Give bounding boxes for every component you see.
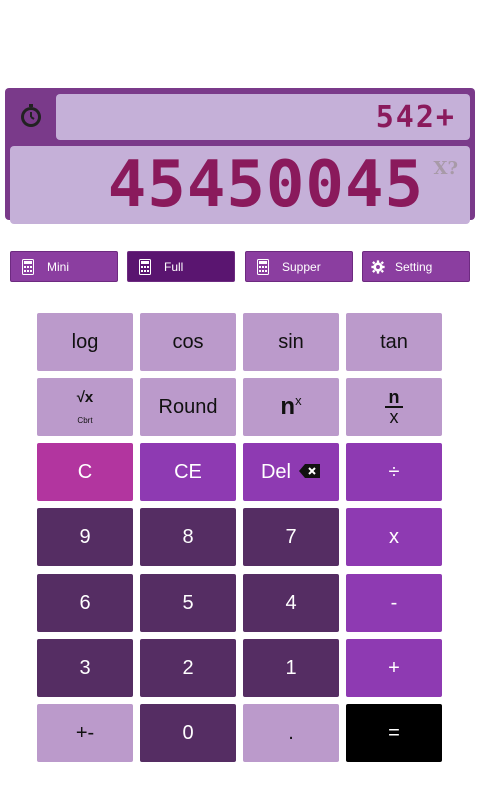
negate-button[interactable]: +-	[37, 704, 133, 762]
tab-mini[interactable]: Mini	[10, 251, 118, 282]
result-text: 45450045	[107, 148, 424, 222]
log-button[interactable]: log	[37, 313, 133, 371]
equals-button[interactable]: =	[346, 704, 442, 762]
sin-button[interactable]: sin	[243, 313, 339, 371]
tan-button[interactable]: tan	[346, 313, 442, 371]
power-exponent: x	[295, 393, 302, 408]
gear-icon	[371, 259, 385, 275]
cbrt-symbol: √x	[76, 389, 94, 406]
digit-0-button[interactable]: 0	[140, 704, 236, 762]
decimal-button[interactable]: .	[243, 704, 339, 762]
calculator-icon	[256, 258, 270, 275]
delete-button[interactable]: Del	[243, 443, 339, 501]
power-button[interactable]: nx	[243, 378, 339, 436]
result-display: 45450045 X?	[10, 146, 470, 224]
tab-setting[interactable]: Setting	[362, 251, 470, 282]
minus-button[interactable]: -	[346, 574, 442, 632]
tab-label: Mini	[47, 259, 70, 274]
backspace-icon	[299, 461, 321, 484]
tab-label: Setting	[395, 259, 433, 274]
result-hint: X?	[433, 158, 458, 179]
digit-5-button[interactable]: 5	[140, 574, 236, 632]
calculator-icon	[138, 258, 152, 275]
digit-3-button[interactable]: 3	[37, 639, 133, 697]
fraction-denominator: x	[389, 407, 399, 427]
cos-button[interactable]: cos	[140, 313, 236, 371]
tab-full[interactable]: Full	[127, 251, 235, 282]
delete-label: Del	[260, 460, 291, 483]
round-button[interactable]: Round	[140, 378, 236, 436]
calculator-icon	[21, 258, 35, 275]
digit-7-button[interactable]: 7	[243, 508, 339, 566]
fraction-numerator: n	[388, 387, 400, 407]
digit-1-button[interactable]: 1	[243, 639, 339, 697]
divide-button[interactable]: ÷	[346, 443, 442, 501]
expression-display: 542+	[56, 94, 470, 140]
tab-label: Supper	[282, 259, 321, 274]
digit-6-button[interactable]: 6	[37, 574, 133, 632]
multiply-button[interactable]: x	[346, 508, 442, 566]
digit-4-button[interactable]: 4	[243, 574, 339, 632]
plus-button[interactable]: +	[346, 639, 442, 697]
clear-button[interactable]: C	[37, 443, 133, 501]
digit-8-button[interactable]: 8	[140, 508, 236, 566]
stopwatch-icon[interactable]	[17, 102, 45, 130]
digit-2-button[interactable]: 2	[140, 639, 236, 697]
expression-text: 542+	[375, 99, 456, 135]
clear-entry-button[interactable]: CE	[140, 443, 236, 501]
cbrt-button[interactable]: √x Cbrt	[37, 378, 133, 436]
power-base: n	[280, 393, 296, 420]
tab-label: Full	[164, 259, 184, 274]
digit-9-button[interactable]: 9	[37, 508, 133, 566]
fraction-button[interactable]: n x	[346, 378, 442, 436]
tab-supper[interactable]: Supper	[245, 251, 353, 282]
cbrt-label: Cbrt	[77, 416, 93, 425]
